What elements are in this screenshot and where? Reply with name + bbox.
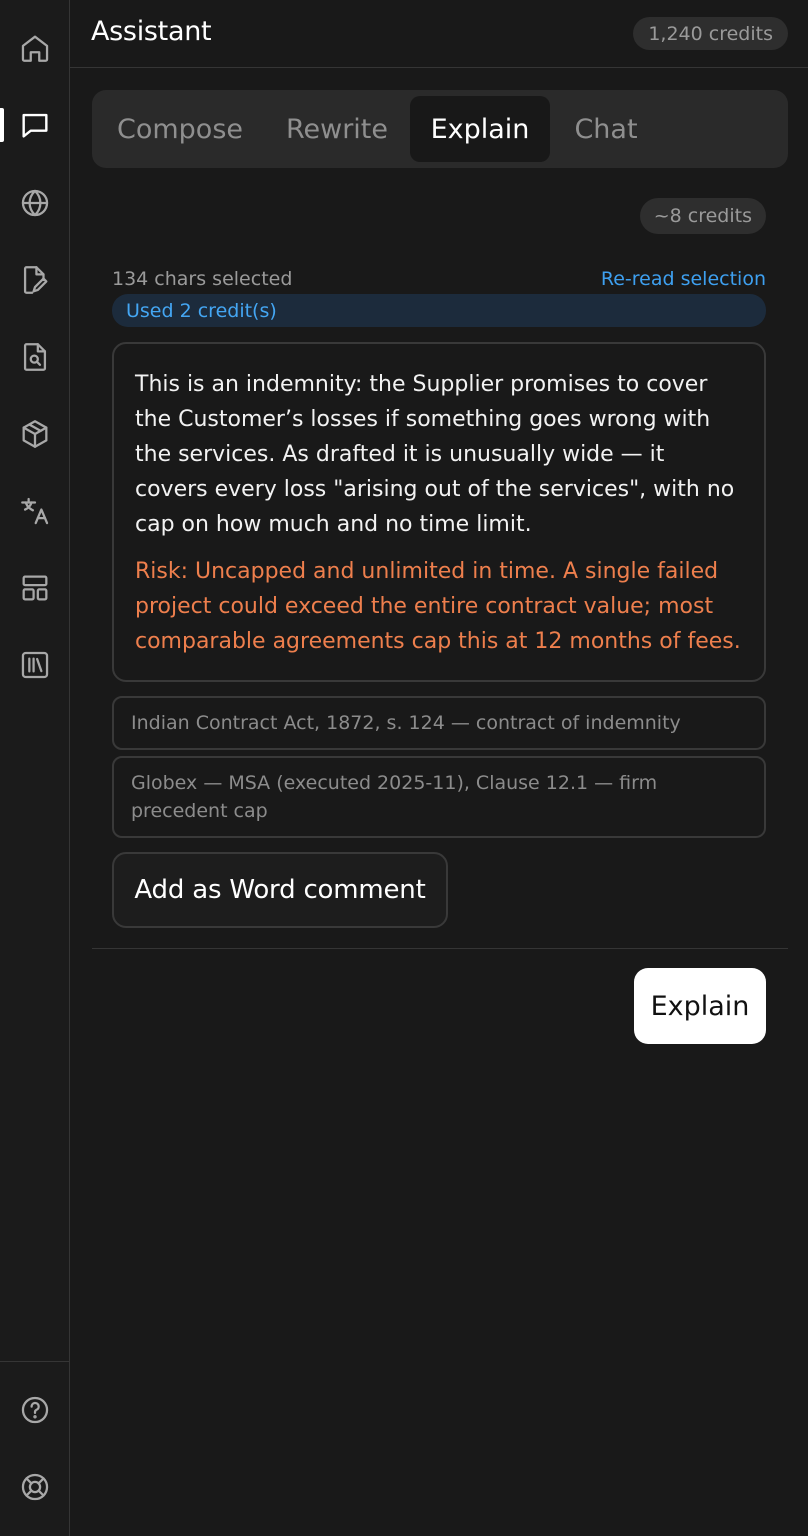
explanation-card: This is an indemnity: the Supplier promi… <box>112 342 766 682</box>
sidebar-item-library[interactable] <box>0 640 69 690</box>
sidebar-rail <box>0 0 70 1536</box>
sidebar-item-templates[interactable] <box>0 563 69 613</box>
risk-text: Risk: Uncapped and unlimited in time. A … <box>135 559 741 654</box>
layout-icon <box>22 575 47 601</box>
translate-icon <box>20 497 48 525</box>
reference-item[interactable]: Globex — MSA (executed 2025-11), Clause … <box>112 756 766 838</box>
credits-balance-badge: 1,240 credits <box>633 17 788 50</box>
globe-icon <box>21 189 48 217</box>
explanation-text: This is an indemnity: the Supplier promi… <box>135 372 735 537</box>
library-icon <box>21 651 48 679</box>
sidebar-item-web[interactable] <box>0 178 69 228</box>
tab-rewrite[interactable]: Rewrite <box>270 96 404 162</box>
sidebar-item-help[interactable] <box>0 1385 69 1435</box>
tab-chat[interactable]: Chat <box>558 96 654 162</box>
assistant-panel: Assistant 1,240 credits Compose Rewrite … <box>70 0 808 1536</box>
section-divider <box>92 948 788 949</box>
tab-compose[interactable]: Compose <box>98 96 262 162</box>
reference-item[interactable]: Indian Contract Act, 1872, s. 124 — cont… <box>112 696 766 750</box>
sidebar-item-draft[interactable] <box>0 255 69 305</box>
sidebar-item-review[interactable] <box>0 332 69 382</box>
package-icon <box>22 420 47 448</box>
chat-icon <box>21 113 48 138</box>
help-icon <box>21 1396 48 1424</box>
sidebar-item-home[interactable] <box>0 23 69 73</box>
sidebar-item-support[interactable] <box>0 1462 69 1512</box>
active-indicator <box>0 108 4 142</box>
tab-explain[interactable]: Explain <box>410 96 550 162</box>
reread-selection-link[interactable]: Re-read selection <box>601 268 766 290</box>
explain-button[interactable]: Explain <box>634 968 766 1044</box>
mode-tabs: Compose Rewrite Explain Chat <box>92 90 788 168</box>
document-search-icon <box>23 343 46 371</box>
panel-header: Assistant 1,240 credits <box>70 0 808 68</box>
estimated-cost-badge: ~8 credits <box>639 198 766 234</box>
support-icon <box>21 1473 48 1501</box>
document-edit-icon <box>23 266 47 294</box>
selection-count: 134 chars selected <box>112 268 293 290</box>
sidebar-item-packages[interactable] <box>0 409 69 459</box>
sidebar-item-chat[interactable] <box>0 100 69 150</box>
page-title: Assistant <box>91 16 212 47</box>
sidebar-item-translate[interactable] <box>0 486 69 536</box>
credits-used-banner: Used 2 credit(s) <box>112 294 766 327</box>
sidebar-divider <box>0 1361 69 1362</box>
home-icon <box>21 35 48 62</box>
add-word-comment-button[interactable]: Add as Word comment <box>112 852 448 928</box>
